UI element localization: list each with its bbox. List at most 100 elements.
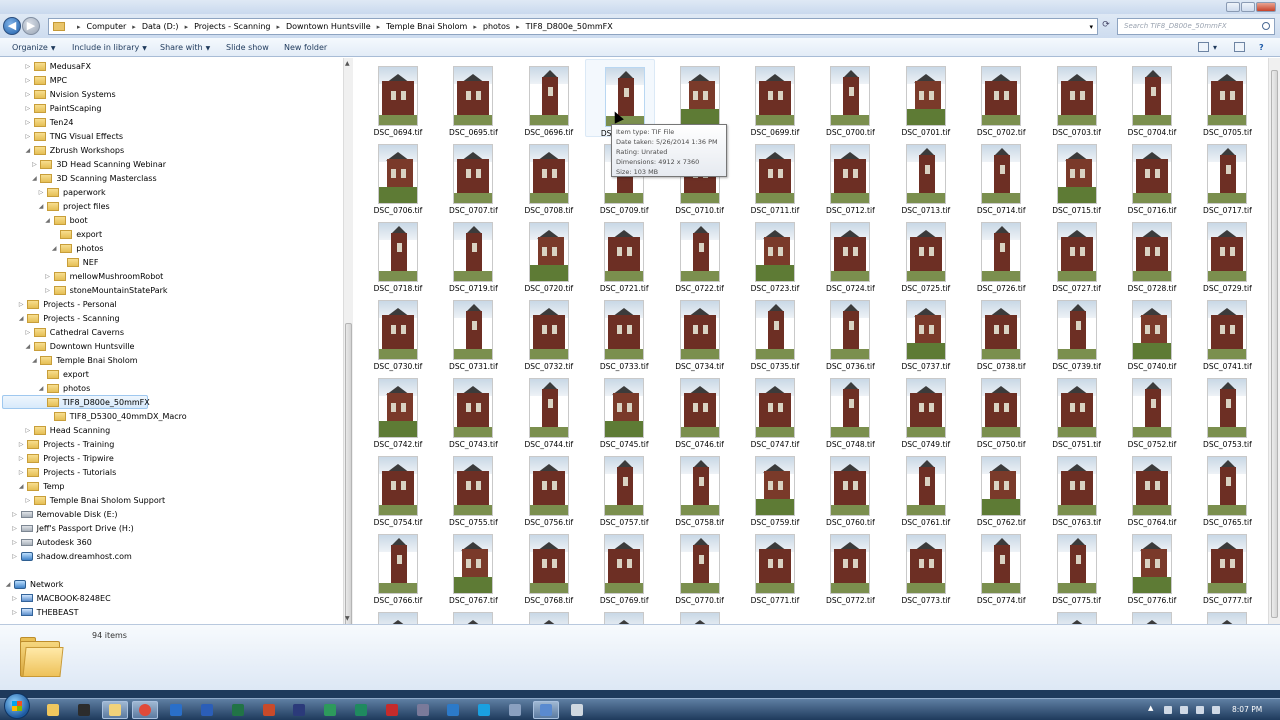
- chevron-right-icon[interactable]: ▸: [473, 23, 477, 31]
- file-item[interactable]: DSC_0725.tif: [887, 215, 957, 293]
- tree-item[interactable]: ◢ photos: [50, 241, 103, 255]
- include-in-library-menu[interactable]: Include in library ▼: [72, 43, 147, 52]
- navigation-pane[interactable]: ▷ MedusaFX ▷ MPC ▷ Nvision Systems ▷ PaintScapi…: [0, 58, 343, 624]
- tree-item[interactable]: ▷ Jeff's Passport Drive (H:): [11, 521, 133, 535]
- file-item[interactable]: DSC_0745.tif: [585, 371, 655, 449]
- file-item[interactable]: DSC_0727.tif: [1038, 215, 1108, 293]
- tree-item[interactable]: ◢ Temple Bnai Sholom: [30, 353, 138, 367]
- forward-button[interactable]: ▶: [22, 17, 40, 35]
- scrollbar-thumb[interactable]: [345, 323, 352, 663]
- taskbar-chrome-icon[interactable]: [132, 701, 159, 719]
- tree-item[interactable]: ◢ photos: [37, 381, 90, 395]
- file-item[interactable]: DSC_0700.tif: [811, 59, 881, 137]
- file-item[interactable]: DSC_0726.tif: [962, 215, 1032, 293]
- breadcrumb-item[interactable]: Data (D:): [142, 22, 179, 31]
- collapse-arrow-icon[interactable]: ◢: [24, 147, 32, 154]
- chevron-down-icon[interactable]: ▾: [1089, 23, 1093, 31]
- tray-app-icon[interactable]: [1164, 706, 1172, 714]
- collapse-arrow-icon[interactable]: ◢: [30, 175, 38, 182]
- file-item[interactable]: DSC_0766.tif: [359, 527, 429, 605]
- taskbar-app-grid-icon[interactable]: [502, 701, 528, 719]
- tree-item[interactable]: ◢ project files: [37, 199, 110, 213]
- file-item[interactable]: DSC_0759.tif: [736, 449, 806, 527]
- file-item[interactable]: DSC_0756.tif: [510, 449, 580, 527]
- refresh-icon[interactable]: ⟳: [1098, 18, 1114, 35]
- file-item[interactable]: DSC_0737.tif: [887, 293, 957, 371]
- chevron-right-icon[interactable]: ▸: [132, 23, 136, 31]
- start-button[interactable]: [4, 693, 30, 719]
- taskbar-word-icon[interactable]: [194, 701, 220, 719]
- expand-arrow-icon[interactable]: ▷: [11, 539, 19, 546]
- file-item[interactable]: DSC_0724.tif: [811, 215, 881, 293]
- tree-item[interactable]: ▷ shadow.dreamhost.com: [11, 549, 132, 563]
- file-item[interactable]: DSC_0723.tif: [736, 215, 806, 293]
- collapse-arrow-icon[interactable]: ◢: [30, 357, 38, 364]
- file-item[interactable]: DSC_0717.tif: [1188, 137, 1258, 215]
- expand-arrow-icon[interactable]: ▷: [11, 595, 19, 602]
- file-item[interactable]: DSC_0741.tif: [1188, 293, 1258, 371]
- tree-item[interactable]: TIF8_D800e_50mmFX: [2, 395, 150, 409]
- file-item[interactable]: DSC_0701.tif: [887, 59, 957, 137]
- expand-arrow-icon[interactable]: ▷: [24, 497, 32, 504]
- collapse-arrow-icon[interactable]: ◢: [17, 315, 25, 322]
- file-item[interactable]: [359, 605, 429, 624]
- file-item[interactable]: [1188, 605, 1258, 624]
- tree-item[interactable]: ▷ THEBEAST: [11, 605, 78, 619]
- tree-item[interactable]: ▷ PaintScaping: [24, 101, 101, 115]
- taskbar-acrobat-icon[interactable]: [379, 701, 405, 719]
- tree-item[interactable]: ▷ Removable Disk (E:): [11, 507, 117, 521]
- taskbar-app-green2-icon[interactable]: [348, 701, 374, 719]
- collapse-arrow-icon[interactable]: ◢: [50, 245, 58, 252]
- file-item[interactable]: DSC_0738.tif: [962, 293, 1032, 371]
- tree-item[interactable]: ◢ Network: [4, 577, 63, 591]
- taskbar-app-win-icon[interactable]: [564, 701, 590, 719]
- file-item[interactable]: DSC_0761.tif: [887, 449, 957, 527]
- tree-item[interactable]: TIF8_D5300_40mmDX_Macro: [44, 409, 187, 423]
- expand-arrow-icon[interactable]: ▷: [24, 119, 32, 126]
- chevron-right-icon[interactable]: ▸: [516, 23, 520, 31]
- file-item[interactable]: [661, 605, 731, 624]
- file-item[interactable]: DSC_0768.tif: [510, 527, 580, 605]
- file-item[interactable]: DSC_0735.tif: [736, 293, 806, 371]
- collapse-arrow-icon[interactable]: ◢: [44, 217, 52, 224]
- collapse-arrow-icon[interactable]: ◢: [37, 385, 45, 392]
- file-item[interactable]: DSC_0696.tif: [510, 59, 580, 137]
- file-item[interactable]: DSC_0749.tif: [887, 371, 957, 449]
- expand-arrow-icon[interactable]: ▷: [17, 441, 25, 448]
- file-item[interactable]: DSC_0767.tif: [434, 527, 504, 605]
- taskbar-app-x-icon[interactable]: [410, 701, 436, 719]
- tree-item[interactable]: ▷ Ten24: [24, 115, 74, 129]
- expand-arrow-icon[interactable]: ▷: [17, 469, 25, 476]
- tree-item[interactable]: ◢ Downtown Huntsville: [24, 339, 134, 353]
- taskbar-excel-icon[interactable]: [225, 701, 251, 719]
- taskbar-explorer-icon[interactable]: [40, 701, 66, 719]
- expand-arrow-icon[interactable]: ▷: [11, 525, 19, 532]
- file-item[interactable]: DSC_0719.tif: [434, 215, 504, 293]
- scroll-up-icon[interactable]: ▲: [345, 60, 350, 67]
- expand-arrow-icon[interactable]: ▷: [24, 77, 32, 84]
- tree-item[interactable]: ▷ MedusaFX: [24, 59, 91, 73]
- expand-arrow-icon[interactable]: ▷: [24, 427, 32, 434]
- tree-item[interactable]: ▷ Projects - Personal: [17, 297, 117, 311]
- scrollbar-thumb[interactable]: [1271, 70, 1278, 618]
- expand-arrow-icon[interactable]: ▷: [17, 301, 25, 308]
- file-item[interactable]: DSC_0707.tif: [434, 137, 504, 215]
- file-item[interactable]: DSC_0770.tif: [661, 527, 731, 605]
- file-view-scrollbar[interactable]: [1268, 58, 1280, 624]
- file-item[interactable]: DSC_0705.tif: [1188, 59, 1258, 137]
- tree-item[interactable]: ▷ stoneMountainStatePark: [44, 283, 168, 297]
- file-item[interactable]: DSC_0774.tif: [962, 527, 1032, 605]
- file-item[interactable]: DSC_0744.tif: [510, 371, 580, 449]
- taskbar-app-green-icon[interactable]: [317, 701, 343, 719]
- file-item[interactable]: DSC_0762.tif: [962, 449, 1032, 527]
- tree-item[interactable]: ▷ Nvision Systems: [24, 87, 116, 101]
- collapse-arrow-icon[interactable]: ◢: [37, 203, 45, 210]
- preview-pane-icon[interactable]: [1234, 42, 1245, 52]
- tree-item[interactable]: ▷ mellowMushroomRobot: [44, 269, 163, 283]
- chevron-right-icon[interactable]: ▸: [185, 23, 189, 31]
- expand-arrow-icon[interactable]: ▷: [30, 161, 38, 168]
- file-item[interactable]: DSC_0716.tif: [1113, 137, 1183, 215]
- expand-arrow-icon[interactable]: ▷: [24, 63, 32, 70]
- file-item[interactable]: [1113, 605, 1183, 624]
- network-icon[interactable]: [1196, 706, 1204, 714]
